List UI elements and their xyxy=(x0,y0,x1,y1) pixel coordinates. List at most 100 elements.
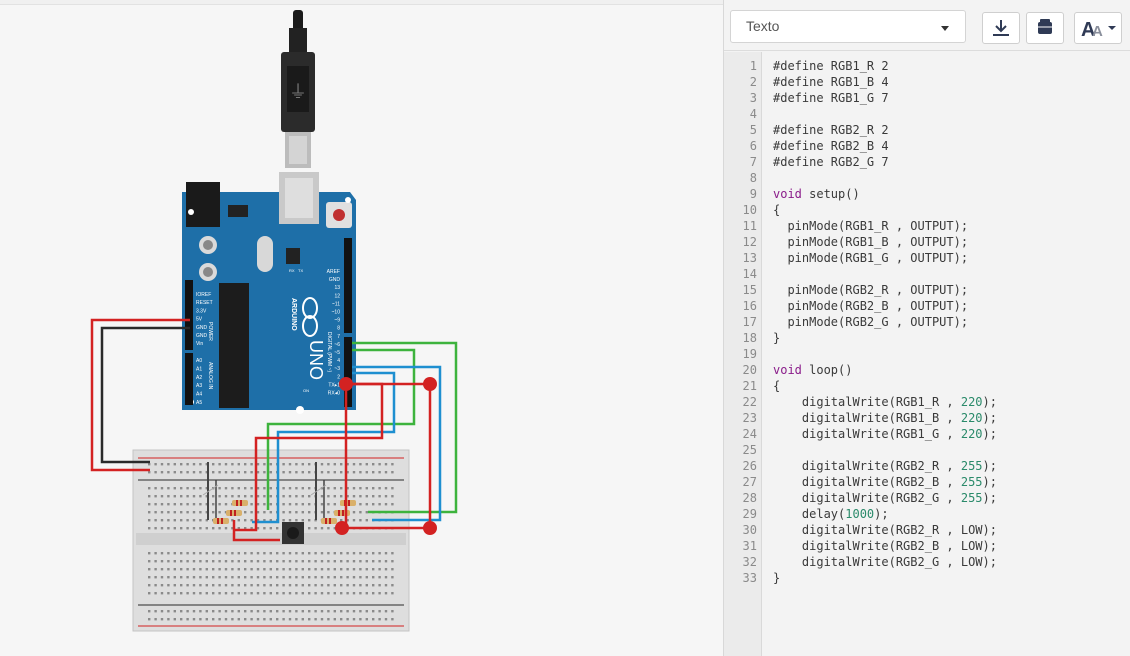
line-number: 22 xyxy=(742,395,757,409)
pin-label: A1 xyxy=(196,366,202,372)
line-number: 23 xyxy=(742,411,757,425)
line-number: 21 xyxy=(742,379,757,393)
code-line[interactable]: pinMode(RGB1_G , OUTPUT); xyxy=(773,251,968,265)
digital-header-high xyxy=(344,238,352,333)
font-size-button[interactable]: A A xyxy=(1074,12,1122,44)
code-line[interactable]: digitalWrite(RGB2_G , LOW); xyxy=(773,555,997,569)
line-number: 8 xyxy=(749,171,757,185)
code-line[interactable]: pinMode(RGB1_R , OUTPUT); xyxy=(773,219,968,233)
pin-label: 12 xyxy=(334,293,340,299)
arduino-uno-board[interactable]: UNO ARDUINO POWER ANALOG IN DIGITAL (PWM… xyxy=(182,172,356,414)
analog-label: ANALOG IN xyxy=(207,362,213,390)
svg-text:⏚: ⏚ xyxy=(289,82,307,103)
line-number: 9 xyxy=(749,187,757,201)
line-number: 19 xyxy=(742,347,757,361)
wire-endpoint[interactable] xyxy=(339,377,353,391)
circuit-canvas[interactable]: ⏚ UNO ARDUINO POWER ANALOG IN DIGITAL (P… xyxy=(0,0,723,656)
line-number: 30 xyxy=(742,523,757,537)
code-line[interactable]: digitalWrite(RGB2_G , 255); xyxy=(773,491,997,505)
code-editor[interactable]: 1 2 3 4 5 6 7 8 9 10 11 12 13 14 15 16 17 18 19 20 21 22 23 24 2… xyxy=(724,52,1130,656)
pin-label: GND xyxy=(196,325,208,331)
download-icon xyxy=(993,20,1009,36)
code-line[interactable]: } xyxy=(773,331,780,345)
code-line[interactable]: #define RGB1_B 4 xyxy=(773,75,889,89)
pin-label: ~3 xyxy=(334,366,340,372)
digital-label: DIGITAL (PWM ~) xyxy=(326,332,332,372)
line-number: 25 xyxy=(742,443,757,457)
wire-endpoint[interactable] xyxy=(423,521,437,535)
pin-label: ~9 xyxy=(334,318,340,324)
line-number: 2 xyxy=(749,75,757,89)
power-jack xyxy=(186,182,220,227)
code-line[interactable]: digitalWrite(RGB2_R , 255); xyxy=(773,459,997,473)
line-number: 3 xyxy=(749,91,757,105)
line-number: 14 xyxy=(742,267,757,281)
pin-label: AREF xyxy=(327,269,340,275)
code-line[interactable]: pinMode(RGB1_B , OUTPUT); xyxy=(773,235,968,249)
wire-black-gnd xyxy=(100,326,190,464)
code-line[interactable]: digitalWrite(RGB2_B , 255); xyxy=(773,475,997,489)
pin-label: A4 xyxy=(196,392,202,398)
line-number: 15 xyxy=(742,283,757,297)
line-number: 20 xyxy=(742,363,757,377)
pin-label: A2 xyxy=(196,375,202,381)
code-line[interactable]: digitalWrite(RGB2_B , LOW); xyxy=(773,539,997,553)
code-line[interactable]: pinMode(RGB2_G , OUTPUT); xyxy=(773,315,968,329)
code-line[interactable]: pinMode(RGB2_R , OUTPUT); xyxy=(773,283,968,297)
pin-label: 3.3V xyxy=(196,308,207,314)
push-button[interactable] xyxy=(282,522,304,544)
code-line[interactable]: #define RGB2_B 4 xyxy=(773,139,889,153)
pin-label: RESET xyxy=(196,300,213,306)
code-mode-label: Texto xyxy=(746,18,780,34)
line-number: 29 xyxy=(742,507,757,521)
code-line[interactable]: #define RGB2_G 7 xyxy=(773,155,889,169)
code-line[interactable]: delay(1000); xyxy=(773,507,889,521)
code-line[interactable]: #define RGB2_R 2 xyxy=(773,123,889,137)
pin-label: 7 xyxy=(337,334,340,340)
code-mode-dropdown[interactable]: Texto xyxy=(730,10,966,43)
code-line[interactable]: #define RGB1_R 2 xyxy=(773,59,889,73)
line-number: 7 xyxy=(749,155,757,169)
pin-label: A5 xyxy=(196,400,202,406)
pin-label: 13 xyxy=(334,285,340,291)
analog-header xyxy=(185,353,193,405)
code-line[interactable]: digitalWrite(RGB1_G , 220); xyxy=(773,427,997,441)
code-line[interactable]: #define RGB1_G 7 xyxy=(773,91,889,105)
code-line[interactable]: void setup() xyxy=(773,187,860,201)
code-line[interactable]: { xyxy=(773,379,780,393)
code-panel: Texto A A 1 2 3 4 5 6 7 8 9 10 11 12 13 … xyxy=(724,0,1130,656)
wire-endpoint[interactable] xyxy=(335,521,349,535)
code-line[interactable]: digitalWrite(RGB1_B , 220); xyxy=(773,411,997,425)
board-brand: ARDUINO xyxy=(290,298,297,331)
power-label: POWER xyxy=(207,322,213,341)
usb-cable[interactable]: ⏚ xyxy=(281,10,315,168)
code-line[interactable]: void loop() xyxy=(773,363,852,377)
line-number: 32 xyxy=(742,555,757,569)
download-button[interactable] xyxy=(982,12,1020,44)
svg-text:A: A xyxy=(1092,23,1103,40)
pin-label: 8 xyxy=(337,326,340,332)
line-number: 27 xyxy=(742,475,757,489)
code-line[interactable]: digitalWrite(RGB1_R , 220); xyxy=(773,395,997,409)
line-number: 28 xyxy=(742,491,757,505)
pin-label: Vin xyxy=(196,341,203,347)
power-header xyxy=(185,280,193,350)
pin-label: GND xyxy=(196,333,208,339)
wire-endpoint[interactable] xyxy=(423,377,437,391)
code-line[interactable]: digitalWrite(RGB2_R , LOW); xyxy=(773,523,997,537)
components-library-button[interactable] xyxy=(1026,12,1064,44)
line-number: 31 xyxy=(742,539,757,553)
circuit-drawing[interactable]: ⏚ UNO ARDUINO POWER ANALOG IN DIGITAL (P… xyxy=(0,0,723,656)
on-led-label: ON xyxy=(303,388,309,393)
pin-label: IOREF xyxy=(196,292,211,298)
pin-label: 4 xyxy=(337,358,340,364)
line-number: 16 xyxy=(742,299,757,313)
code-line[interactable]: pinMode(RGB2_B , OUTPUT); xyxy=(773,299,968,313)
line-number: 18 xyxy=(742,331,757,345)
pin-label: GND xyxy=(329,277,341,283)
rx-led-label: RX xyxy=(289,268,295,273)
code-line[interactable]: } xyxy=(773,571,780,585)
line-number: 5 xyxy=(749,123,757,137)
line-number: 33 xyxy=(742,571,757,585)
code-line[interactable]: { xyxy=(773,203,780,217)
